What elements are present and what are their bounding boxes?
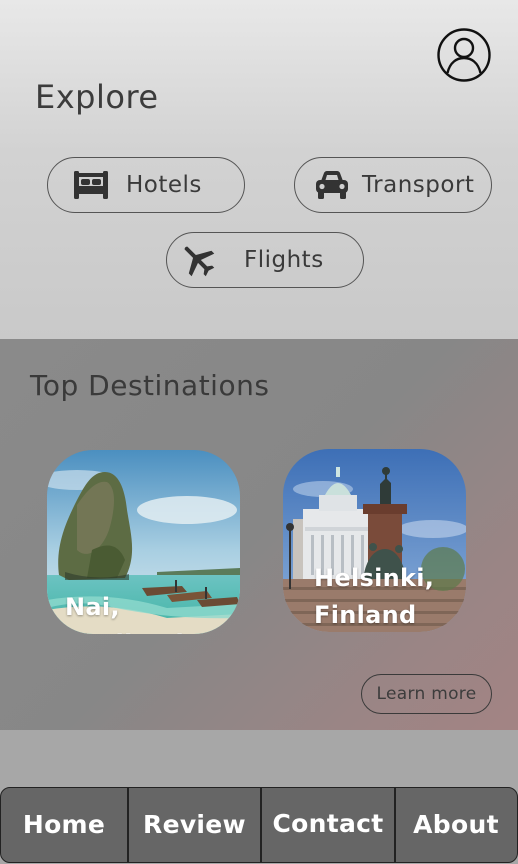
nav-contact[interactable]: Contact: [262, 788, 394, 861]
destination-title-helsinki: Helsinki, Finland: [314, 560, 434, 632]
destination-card-helsinki[interactable]: Helsinki, Finland: [283, 449, 466, 632]
car-icon: [316, 171, 348, 199]
destination-title-helsinki-line1: Helsinki,: [314, 564, 435, 592]
destination-title-thailand: Nai, Thailand: [65, 593, 184, 634]
flights-button[interactable]: Flights: [166, 232, 364, 288]
learn-more-button[interactable]: Learn more: [361, 674, 492, 714]
hotels-button[interactable]: Hotels: [47, 157, 245, 213]
transport-button[interactable]: Transport: [294, 157, 492, 213]
hotels-label: Hotels: [126, 172, 202, 198]
flights-label: Flights: [244, 247, 324, 273]
nav-home[interactable]: Home: [1, 788, 127, 861]
destination-title-helsinki-line2: Finland: [314, 601, 417, 629]
profile-button[interactable]: [437, 28, 491, 82]
airplane-icon: [184, 246, 215, 277]
bottom-nav: Home Review Contact About: [0, 787, 518, 863]
page-title: Explore: [35, 78, 159, 116]
nav-about[interactable]: About: [396, 788, 516, 861]
transport-label: Transport: [362, 172, 475, 198]
section-title: Top Destinations: [30, 369, 270, 402]
bed-icon: [74, 171, 108, 199]
user-circle-icon: [437, 28, 491, 82]
nav-review[interactable]: Review: [129, 788, 260, 861]
destination-card-thailand[interactable]: Nai, Thailand: [47, 450, 240, 634]
